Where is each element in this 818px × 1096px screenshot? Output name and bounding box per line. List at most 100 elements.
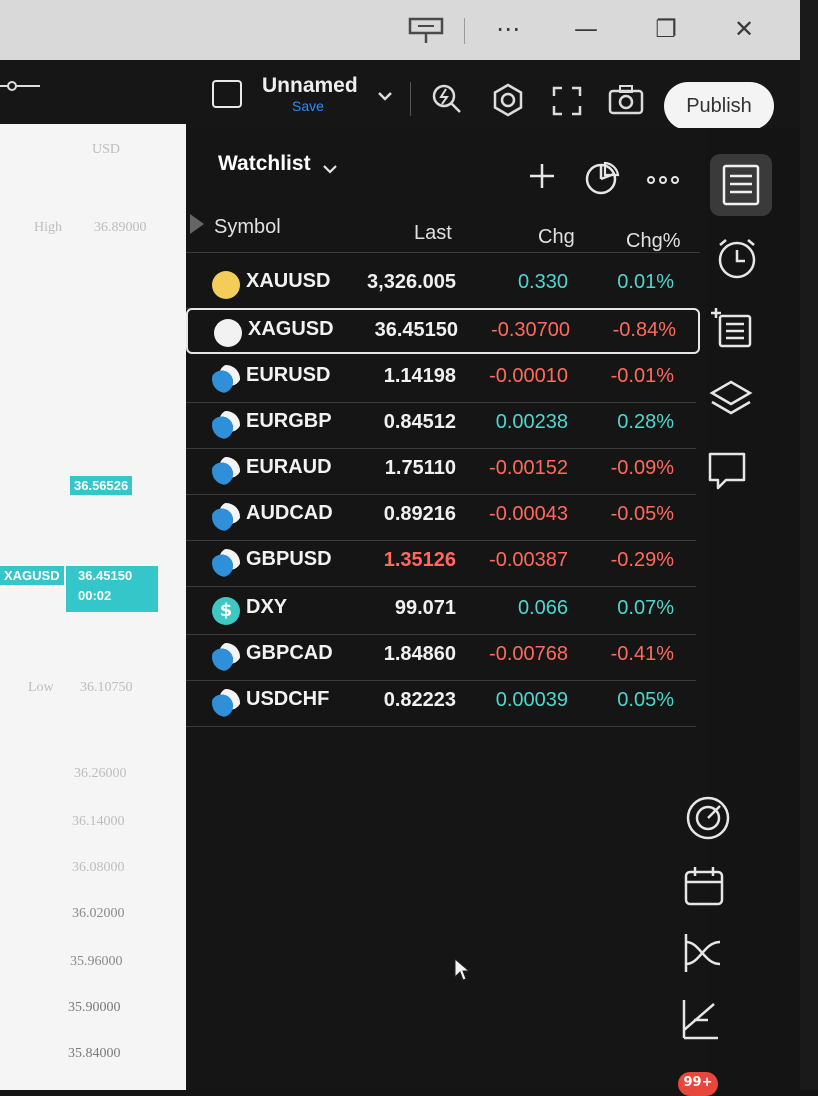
change-percent-cell: -0.41% xyxy=(610,643,674,665)
chat-icon[interactable] xyxy=(704,448,752,496)
last-price-cell: 1.35126 xyxy=(383,549,456,571)
table-row[interactable]: GBPUSD 1.35126 -0.00387 -0.29% xyxy=(186,540,696,587)
change-cell: -0.00152 xyxy=(489,457,568,479)
toolbar-divider xyxy=(410,82,411,116)
alarm-clock-icon[interactable] xyxy=(714,236,762,284)
table-row[interactable]: EURAUD 1.75110 -0.00152 -0.09% xyxy=(186,448,696,495)
table-row[interactable]: EURUSD 1.14198 -0.00010 -0.01% xyxy=(186,356,696,403)
pair-flag-icon xyxy=(212,365,240,393)
layers-icon[interactable] xyxy=(708,376,756,424)
settings-icon[interactable] xyxy=(490,82,526,122)
restore-icon[interactable]: ❐ xyxy=(646,14,686,44)
table-row[interactable]: $ DXY 99.071 0.066 0.07% xyxy=(186,588,696,635)
change-percent-cell: -0.05% xyxy=(610,503,674,525)
dollar-icon: $ xyxy=(212,597,240,625)
change-cell: -0.00387 xyxy=(489,549,568,571)
quick-search-icon[interactable] xyxy=(430,82,464,120)
notification-badge[interactable]: 99+ xyxy=(678,1072,718,1096)
pie-chart-icon[interactable] xyxy=(584,160,620,200)
chevron-down-icon[interactable] xyxy=(376,88,394,107)
column-header-chg[interactable]: Chg xyxy=(538,226,575,249)
symbol-cell: EURGBP xyxy=(246,410,332,432)
chevron-down-icon[interactable] xyxy=(322,160,338,179)
column-resize-handle[interactable] xyxy=(190,214,204,234)
drawing-line-icon[interactable] xyxy=(0,76,40,100)
more-options-icon[interactable] xyxy=(646,170,680,194)
axis-tick: 36.26000 xyxy=(74,766,127,781)
close-icon[interactable]: ✕ xyxy=(724,14,764,44)
last-price-cell: 36.45150 xyxy=(374,319,458,341)
change-cell: -0.00043 xyxy=(489,503,568,525)
save-button[interactable]: Save xyxy=(292,98,324,114)
change-percent-cell: -0.84% xyxy=(612,319,676,341)
fullscreen-icon[interactable] xyxy=(552,86,582,120)
symbol-cell: DXY xyxy=(246,596,288,618)
target-icon[interactable] xyxy=(684,794,732,842)
header-divider xyxy=(186,252,700,253)
change-cell: -0.00768 xyxy=(489,643,568,665)
table-row-selected[interactable]: XAGUSD 36.45150 -0.30700 -0.84% xyxy=(186,308,700,354)
table-row[interactable]: AUDCAD 0.89216 -0.00043 -0.05% xyxy=(186,494,696,541)
high-label: High xyxy=(34,220,62,235)
add-symbol-icon[interactable] xyxy=(528,162,556,194)
gold-icon xyxy=(212,271,240,299)
layout-icon[interactable] xyxy=(212,80,242,108)
axis-tick: 36.02000 xyxy=(72,906,125,921)
publish-button[interactable]: Publish xyxy=(664,82,774,130)
table-row[interactable]: XAUUSD 3,326.005 0.330 0.01% xyxy=(186,262,696,309)
chart-area[interactable]: USD High 36.89000 Low 36.10750 36.26000 … xyxy=(0,124,186,1090)
monitor-icon[interactable] xyxy=(406,16,446,50)
pair-flag-icon xyxy=(212,503,240,531)
axis-tick: 35.96000 xyxy=(70,954,123,969)
table-row[interactable]: USDCHF 0.82223 0.00039 0.05% xyxy=(186,680,696,727)
last-price-cell: 1.14198 xyxy=(383,365,456,387)
calendar-icon[interactable] xyxy=(682,864,730,912)
camera-icon[interactable] xyxy=(608,84,644,120)
symbol-cell: GBPUSD xyxy=(246,548,332,570)
symbol-tag: XAGUSD xyxy=(0,566,64,585)
table-row[interactable]: GBPCAD 1.84860 -0.00768 -0.41% xyxy=(186,634,696,681)
layout-name[interactable]: Unnamed xyxy=(262,74,358,98)
axis-tick: 36.14000 xyxy=(72,814,125,829)
change-percent-cell: -0.29% xyxy=(610,549,674,571)
column-header-symbol[interactable]: Symbol xyxy=(214,216,281,239)
minimize-icon[interactable]: — xyxy=(566,14,606,44)
window-titlebar: ⋯ — ❐ ✕ xyxy=(0,0,800,60)
last-price-cell: 0.84512 xyxy=(383,411,456,433)
symbol-cell: AUDCAD xyxy=(246,502,333,524)
last-price-cell: 1.84860 xyxy=(383,643,456,665)
symbol-cell: GBPCAD xyxy=(246,642,333,664)
last-price-cell: 3,326.005 xyxy=(367,271,456,293)
object-tree-icon[interactable] xyxy=(710,306,758,354)
watchlist-title[interactable]: Watchlist xyxy=(218,152,311,176)
strategy-icon[interactable] xyxy=(680,930,728,978)
symbol-cell: XAGUSD xyxy=(248,318,334,340)
change-cell: 0.330 xyxy=(517,271,568,293)
change-cell: 0.066 xyxy=(517,597,568,619)
current-price-tag: 36.45150 00:02 xyxy=(66,566,158,612)
last-price-cell: 1.75110 xyxy=(384,457,456,479)
currency-label: USD xyxy=(92,142,121,157)
high-value: 36.89000 xyxy=(94,220,147,235)
column-header-last[interactable]: Last xyxy=(414,222,452,245)
symbol-cell: USDCHF xyxy=(246,688,330,710)
symbol-cell: EURAUD xyxy=(246,456,332,478)
table-row[interactable]: EURGBP 0.84512 0.00238 0.28% xyxy=(186,402,696,449)
mouse-cursor-icon xyxy=(454,957,471,986)
change-cell: 0.00039 xyxy=(495,689,568,711)
monitor-bezel xyxy=(800,0,818,1090)
change-percent-cell: 0.01% xyxy=(617,271,674,293)
pair-flag-icon xyxy=(212,643,240,671)
pine-editor-icon[interactable] xyxy=(678,996,726,1044)
pair-flag-icon xyxy=(212,411,240,439)
axis-tick: 35.84000 xyxy=(68,1046,121,1061)
axis-tick: 35.90000 xyxy=(68,1000,121,1015)
change-percent-cell: 0.07% xyxy=(617,597,674,619)
last-price-cell: 99.071 xyxy=(394,597,456,619)
watchlist-icon[interactable] xyxy=(718,162,766,210)
titlebar-divider xyxy=(464,18,465,44)
axis-tick: 36.08000 xyxy=(72,860,125,875)
more-options-icon[interactable]: ⋯ xyxy=(488,14,528,44)
last-price-cell: 0.82223 xyxy=(383,689,456,711)
column-header-chgp[interactable]: Chg% xyxy=(626,230,680,253)
